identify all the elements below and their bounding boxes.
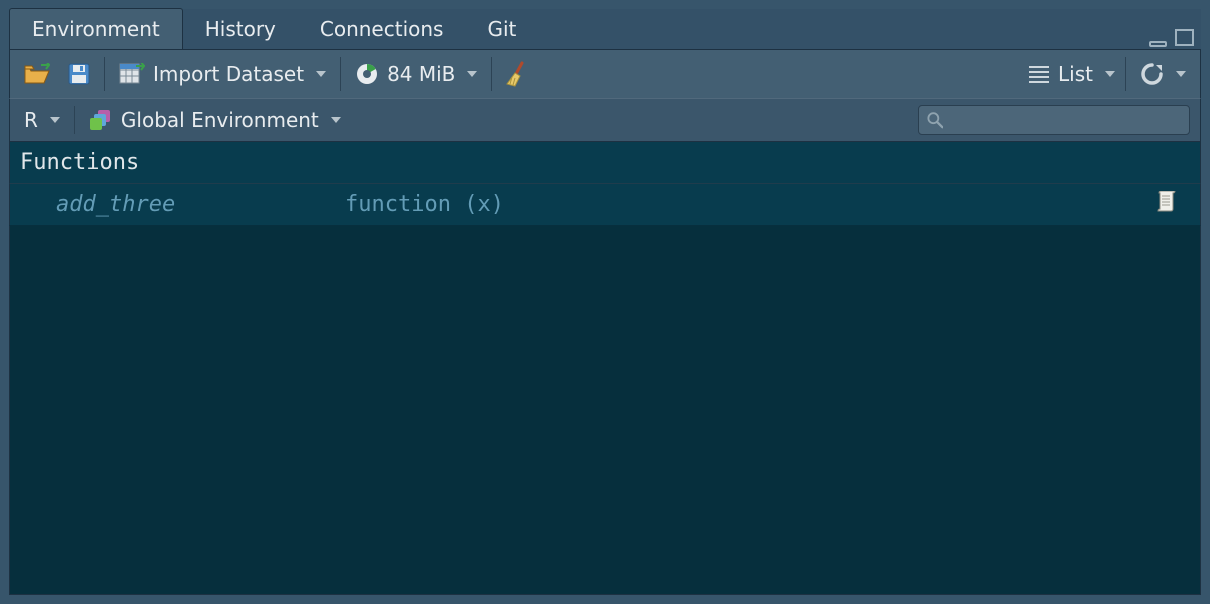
minimize-icon[interactable]: [1149, 35, 1169, 47]
refresh-button[interactable]: [1136, 60, 1190, 88]
chevron-down-icon: [316, 71, 326, 77]
separator: [340, 57, 341, 91]
object-value: function (x): [345, 192, 1156, 217]
chevron-down-icon: [1176, 71, 1186, 77]
tab-label: History: [205, 17, 276, 41]
separator: [491, 57, 492, 91]
save-icon: [68, 63, 90, 85]
chevron-down-icon: [1105, 71, 1115, 77]
tab-label: Environment: [32, 17, 160, 41]
window-controls: [1149, 29, 1195, 47]
refresh-icon: [1140, 62, 1164, 86]
chevron-down-icon: [331, 117, 341, 123]
grid-import-icon: [119, 63, 145, 85]
search-icon: [927, 111, 943, 129]
section-header-functions: Functions: [9, 142, 1201, 184]
tab-strip: Environment History Connections Git: [9, 9, 1201, 49]
tab-label: Connections: [320, 17, 444, 41]
view-mode-button[interactable]: List: [1028, 62, 1115, 86]
main-toolbar: Import Dataset 84 MiB: [9, 49, 1201, 98]
tab-connections[interactable]: Connections: [298, 9, 466, 49]
object-name: add_three: [10, 192, 345, 217]
separator: [1125, 57, 1126, 91]
tab-label: Git: [487, 17, 516, 41]
save-workspace-button[interactable]: [64, 61, 94, 87]
chevron-down-icon: [467, 71, 477, 77]
chevron-down-icon: [50, 117, 60, 123]
folder-open-icon: [24, 63, 50, 85]
clear-workspace-button[interactable]: [502, 59, 534, 89]
view-mode-label: List: [1058, 62, 1093, 86]
pie-chart-icon: [355, 62, 379, 86]
search-input[interactable]: [951, 110, 1181, 131]
scope-label: Global Environment: [121, 108, 319, 132]
list-icon: [1028, 65, 1050, 83]
language-label: R: [24, 108, 38, 132]
language-selector[interactable]: R: [20, 106, 64, 134]
tab-git[interactable]: Git: [465, 9, 538, 49]
load-workspace-button[interactable]: [20, 61, 54, 87]
memory-label: 84 MiB: [387, 62, 455, 86]
environment-panel: Environment History Connections Git: [9, 9, 1201, 595]
table-row[interactable]: add_three function (x): [9, 184, 1201, 226]
secondary-toolbar: R Global Environment: [9, 98, 1201, 142]
broom-icon: [506, 61, 530, 87]
empty-area: [9, 226, 1201, 595]
scope-selector[interactable]: Global Environment: [85, 106, 345, 134]
import-dataset-label: Import Dataset: [153, 62, 304, 86]
memory-usage-button[interactable]: 84 MiB: [351, 60, 481, 88]
search-box[interactable]: [918, 105, 1190, 135]
section-title: Functions: [20, 150, 139, 175]
script-icon: [1156, 191, 1178, 213]
import-dataset-button[interactable]: Import Dataset: [115, 60, 330, 88]
stacked-squares-icon: [89, 109, 113, 131]
separator: [74, 106, 75, 134]
tab-environment[interactable]: Environment: [9, 8, 183, 49]
view-source-button[interactable]: [1156, 191, 1200, 219]
maximize-icon[interactable]: [1175, 29, 1195, 47]
tab-history[interactable]: History: [183, 9, 298, 49]
separator: [104, 57, 105, 91]
